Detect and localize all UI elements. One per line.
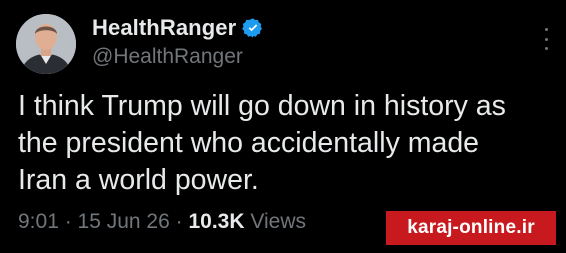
tweet-meta: 9:01 · 15 Jun 26 · 10.3K Views xyxy=(18,210,306,234)
tweet-card: HealthRanger @HealthRanger I think Trump… xyxy=(0,0,566,253)
verified-badge-icon xyxy=(242,18,263,38)
meta-separator: · xyxy=(169,210,189,233)
profile-photo-icon xyxy=(16,14,76,74)
meta-separator: · xyxy=(58,210,78,233)
avatar[interactable] xyxy=(16,14,76,74)
views-count[interactable]: 10.3K xyxy=(188,210,244,234)
tweet-time[interactable]: 9:01 xyxy=(18,210,59,234)
author-display-name[interactable]: HealthRanger xyxy=(92,15,236,41)
watermark-banner: karaj-online.ir xyxy=(386,211,556,245)
author-name-row: HealthRanger xyxy=(92,14,264,42)
tweet-text: I think Trump will go down in history as… xyxy=(18,90,506,196)
watermark-text: karaj-online.ir xyxy=(407,217,535,238)
tweet-date[interactable]: 15 Jun 26 xyxy=(78,210,170,234)
views-label[interactable]: Views xyxy=(250,210,306,234)
author-handle[interactable]: @HealthRanger xyxy=(92,45,243,69)
more-vertical-icon[interactable] xyxy=(538,28,554,50)
